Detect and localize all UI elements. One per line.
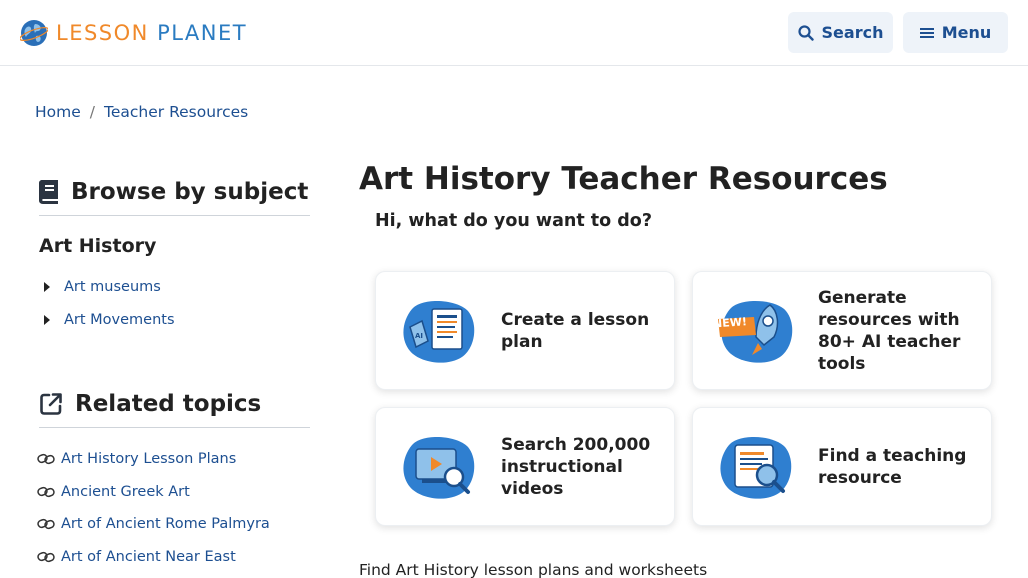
svg-text:AI: AI xyxy=(415,332,423,340)
related-link-ancient-greek-art[interactable]: Ancient Greek Art xyxy=(61,484,190,500)
link-icon xyxy=(37,551,55,562)
menu-button[interactable]: Menu xyxy=(903,12,1008,53)
page-title: Art History Teacher Resources xyxy=(359,161,888,197)
list-item[interactable]: Ancient Greek Art xyxy=(37,476,270,509)
book-icon xyxy=(39,180,58,204)
link-icon xyxy=(37,519,55,530)
related-topics-list: Art History Lesson Plans Ancient Greek A… xyxy=(37,443,270,573)
search-icon xyxy=(797,24,814,41)
subject-list: Art museums Art Movements xyxy=(39,270,175,336)
browse-by-subject-heading: Browse by subject xyxy=(39,179,310,216)
caret-right-icon xyxy=(44,281,50,292)
intro-text: Find Art History lesson plans and worksh… xyxy=(359,561,708,578)
logo-word-planet: PLANET xyxy=(157,21,248,45)
caret-right-icon xyxy=(44,314,50,325)
card-label: Find a teaching resource xyxy=(818,445,967,488)
breadcrumb: Home / Teacher Resources xyxy=(35,103,248,121)
lesson-plan-icon: AI xyxy=(402,300,474,363)
action-prompt: Hi, what do you want to do? xyxy=(375,211,652,231)
subject-link-art-museums[interactable]: Art museums xyxy=(64,279,161,295)
related-heading-label: Related topics xyxy=(75,391,262,417)
subject-title: Art History xyxy=(39,235,157,257)
logo-wordmark: LESSON PLANET xyxy=(56,21,247,45)
card-illustration: AI xyxy=(376,297,501,365)
link-icon xyxy=(37,486,55,497)
card-label: Search 200,000 instructional videos xyxy=(501,434,651,499)
list-item[interactable]: Art History Lesson Plans xyxy=(37,443,270,476)
list-item[interactable]: Art of Ancient Rome Palmyra xyxy=(37,508,270,541)
search-button-label: Search xyxy=(821,23,884,42)
ai-rocket-icon xyxy=(717,300,792,363)
breadcrumb-separator: / xyxy=(89,103,96,121)
video-search-icon xyxy=(402,436,474,499)
card-label: Create a lesson plan xyxy=(501,309,650,352)
breadcrumb-home-link[interactable]: Home xyxy=(35,103,81,121)
top-navigation-bar: LESSON PLANET Search Menu xyxy=(0,0,1028,66)
document-search-icon xyxy=(719,436,791,499)
menu-button-label: Menu xyxy=(941,23,992,42)
list-item[interactable]: Art of Ancient Near East xyxy=(37,541,270,574)
related-topics-heading: Related topics xyxy=(39,391,310,428)
card-illustration xyxy=(693,433,818,501)
hamburger-icon xyxy=(919,27,934,38)
lesson-planet-logo[interactable]: LESSON PLANET xyxy=(20,18,247,48)
ai-teacher-tools-card[interactable]: Generate resources with 80+ AI teacher t… xyxy=(692,271,992,390)
link-icon xyxy=(37,454,55,465)
subject-link-art-movements[interactable]: Art Movements xyxy=(64,312,175,328)
related-link-art-of-ancient-rome-palmyra[interactable]: Art of Ancient Rome Palmyra xyxy=(61,516,270,532)
related-link-art-of-ancient-near-east[interactable]: Art of Ancient Near East xyxy=(61,549,236,565)
logo-word-lesson: LESSON xyxy=(56,21,149,45)
globe-icon xyxy=(20,20,48,46)
card-illustration xyxy=(376,433,501,501)
card-illustration xyxy=(693,297,818,365)
list-item[interactable]: Art Movements xyxy=(39,303,175,336)
card-label: Generate resources with 80+ AI teacher t… xyxy=(818,287,961,374)
find-teaching-resource-card[interactable]: Find a teaching resource xyxy=(692,407,992,526)
external-link-icon xyxy=(40,393,62,415)
related-link-art-history-lesson-plans[interactable]: Art History Lesson Plans xyxy=(61,451,236,467)
list-item[interactable]: Art museums xyxy=(39,270,175,303)
browse-heading-label: Browse by subject xyxy=(71,179,309,205)
create-lesson-plan-card[interactable]: AI Create a lesson plan xyxy=(375,271,675,390)
search-button[interactable]: Search xyxy=(788,12,893,53)
search-videos-card[interactable]: Search 200,000 instructional videos xyxy=(375,407,675,526)
breadcrumb-teacher-resources-link[interactable]: Teacher Resources xyxy=(104,103,248,121)
